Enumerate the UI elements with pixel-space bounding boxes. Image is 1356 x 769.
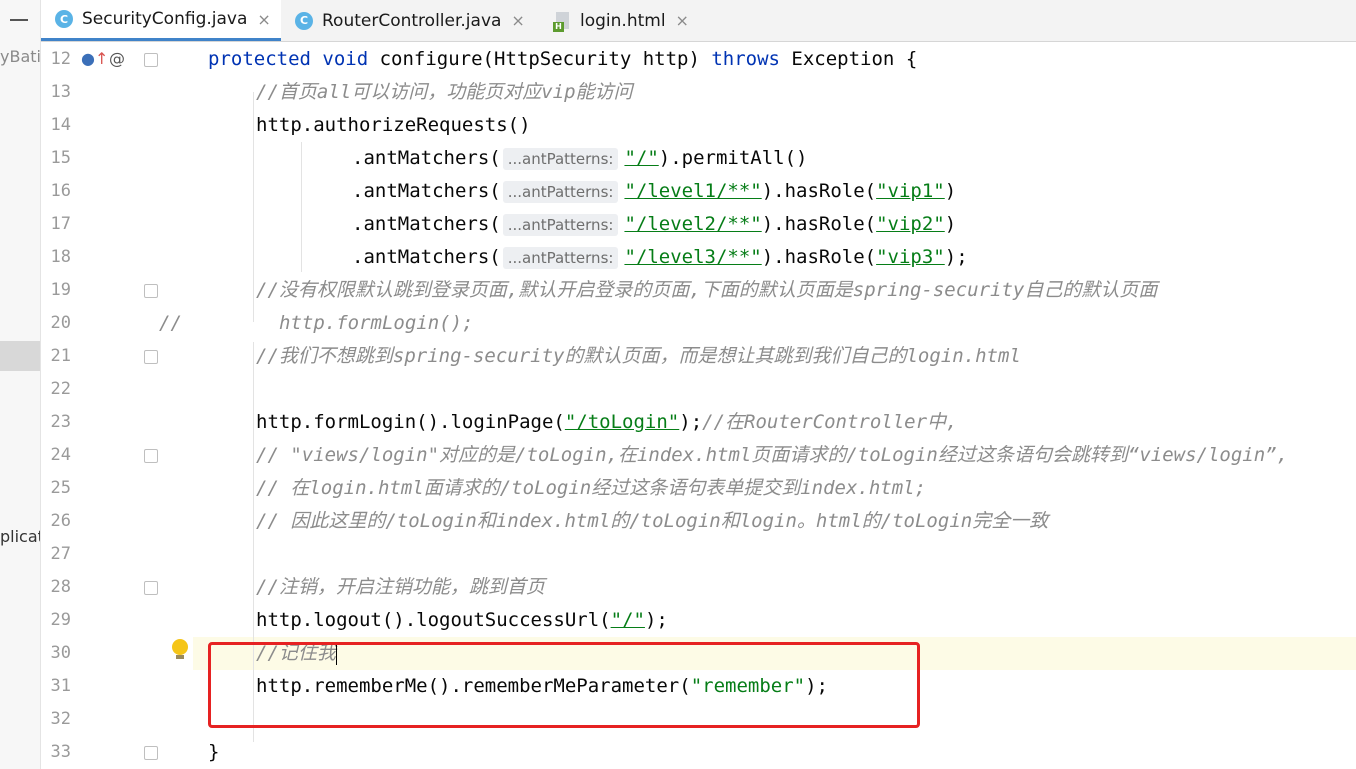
code-line-12: protected void configure(HttpSecurity ht… [208, 48, 918, 70]
tab-securityconfig[interactable]: C SecurityConfig.java × [41, 0, 281, 41]
indent-guide [301, 142, 302, 272]
tab-label: login.html [580, 10, 666, 31]
class-icon: C [55, 10, 73, 28]
code-line-14: http.authorizeRequests() [256, 114, 531, 136]
close-icon[interactable]: × [676, 11, 689, 30]
code-line-24: // "views/login"对应的是/toLogin,在index.html… [256, 444, 1289, 466]
code-line-16: .antMatchers(...antPatterns: "/level1/**"… [352, 180, 957, 203]
fold-icon[interactable] [144, 284, 158, 298]
code-line-21: //我们不想跳到spring-security的默认页面，而是想让其跳到我们自己… [256, 345, 1021, 367]
fold-icon[interactable] [144, 350, 158, 364]
gutter-row: 13 [41, 76, 193, 109]
project-tree-fragment[interactable]: yBatis [0, 47, 40, 66]
class-icon: C [295, 11, 313, 30]
editor-tab-bar: C SecurityConfig.java × C RouterControll… [41, 0, 1356, 42]
gutter-row: 32 [41, 703, 193, 736]
gutter-row: 24 [41, 439, 193, 472]
line-number[interactable]: 28 [41, 571, 71, 604]
line-number[interactable]: 24 [41, 439, 71, 472]
gutter-row: 14 [41, 109, 193, 142]
tab-label: SecurityConfig.java [82, 9, 248, 29]
param-hint: ...antPatterns: [502, 246, 619, 269]
param-hint: ...antPatterns: [502, 147, 619, 170]
code-line-23: http.formLogin().loginPage("/toLogin");/… [256, 411, 958, 433]
gutter-row: 31 [41, 670, 193, 703]
line-number[interactable]: 32 [41, 703, 71, 736]
line-number[interactable]: 19 [41, 274, 71, 307]
gutter-row: 16 [41, 175, 193, 208]
fold-icon[interactable] [144, 746, 158, 760]
project-tree-selected-row[interactable] [0, 341, 40, 371]
line-number[interactable]: 18 [41, 241, 71, 274]
html-file-icon: H [553, 11, 571, 32]
line-number[interactable]: 14 [41, 109, 71, 142]
code-line-25: // 在login.html面请求的/toLogin经过这条语句表单提交到ind… [256, 477, 927, 499]
line-number[interactable]: 31 [41, 670, 71, 703]
code-line-28: //注销，开启注销功能，跳到首页 [256, 576, 545, 598]
line-number[interactable]: 21 [41, 340, 71, 373]
project-panel-strip[interactable]: yBatis plicat [0, 0, 41, 769]
annotation-highlight-box [208, 642, 920, 728]
commented-prefix: // [159, 312, 182, 334]
tab-label: RouterController.java [322, 10, 502, 31]
param-hint: ...antPatterns: [502, 180, 619, 203]
gutter-row: 27 [41, 538, 193, 571]
indent-guide [253, 92, 254, 322]
line-number[interactable]: 30 [41, 637, 71, 670]
param-hint: ...antPatterns: [502, 213, 619, 236]
gutter-row: 28 [41, 571, 193, 604]
code-line-13: //首页all可以访问，功能页对应vip能访问 [256, 81, 633, 103]
code-line-29: http.logout().logoutSuccessUrl("/"); [256, 609, 668, 631]
gutter-row: 25 [41, 472, 193, 505]
line-number[interactable]: 12 [41, 43, 71, 76]
line-number[interactable]: 27 [41, 538, 71, 571]
tab-routercontroller[interactable]: C RouterController.java × [295, 0, 525, 41]
code-line-33: } [208, 741, 220, 763]
code-line-26: // 因此这里的/toLogin和index.html的/toLogin和log… [256, 510, 1049, 532]
gutter-row: 33 [41, 736, 193, 769]
line-number[interactable]: 17 [41, 208, 71, 241]
gutter-row: 23 [41, 406, 193, 439]
collapse-icon[interactable] [10, 19, 28, 21]
line-number[interactable]: 22 [41, 373, 71, 406]
gutter-row: 15 [41, 142, 193, 175]
project-tree-fragment[interactable]: plicat [0, 527, 40, 546]
line-number[interactable]: 25 [41, 472, 71, 505]
code-line-17: .antMatchers(...antPatterns: "/level2/**"… [352, 213, 957, 236]
gutter-row: 21 [41, 340, 193, 373]
line-number[interactable]: 26 [41, 505, 71, 538]
gutter-row: 22 [41, 373, 193, 406]
gutter-row: 19 [41, 274, 193, 307]
editor-gutter: 12 13 14 15 16 17 18 19 20 21 22 23 24 25 26 27 28 29 30 31… [41, 42, 193, 769]
fold-icon[interactable] [144, 581, 158, 595]
code-line-19: //没有权限默认跳到登录页面,默认开启登录的页面,下面的默认页面是spring-… [256, 279, 1158, 301]
code-line-20: http.formLogin(); [279, 312, 474, 334]
code-line-18: .antMatchers(...antPatterns: "/level3/**"… [352, 246, 968, 269]
gutter-row: 26 [41, 505, 193, 538]
fold-icon[interactable] [144, 449, 158, 463]
annotation-at-icon[interactable]: @ [109, 49, 125, 68]
line-number[interactable]: 29 [41, 604, 71, 637]
close-icon[interactable]: × [257, 10, 270, 29]
line-number[interactable]: 13 [41, 76, 71, 109]
lightbulb-icon[interactable] [172, 639, 188, 659]
gutter-row: 18 [41, 241, 193, 274]
line-number[interactable]: 23 [41, 406, 71, 439]
line-number[interactable]: 16 [41, 175, 71, 208]
line-number[interactable]: 33 [41, 736, 71, 769]
gutter-row: 17 [41, 208, 193, 241]
close-icon[interactable]: × [511, 11, 524, 30]
tab-login-html[interactable]: H login.html × [553, 0, 689, 41]
line-number[interactable]: 20 [41, 307, 71, 340]
fold-icon[interactable] [144, 53, 158, 67]
gutter-row: 29 [41, 604, 193, 637]
gutter-row: 30 [41, 637, 193, 670]
line-number[interactable]: 15 [41, 142, 71, 175]
code-line-15: .antMatchers(...antPatterns: "/").permitA… [352, 147, 808, 170]
override-icon[interactable]: ●↑ [81, 49, 108, 68]
